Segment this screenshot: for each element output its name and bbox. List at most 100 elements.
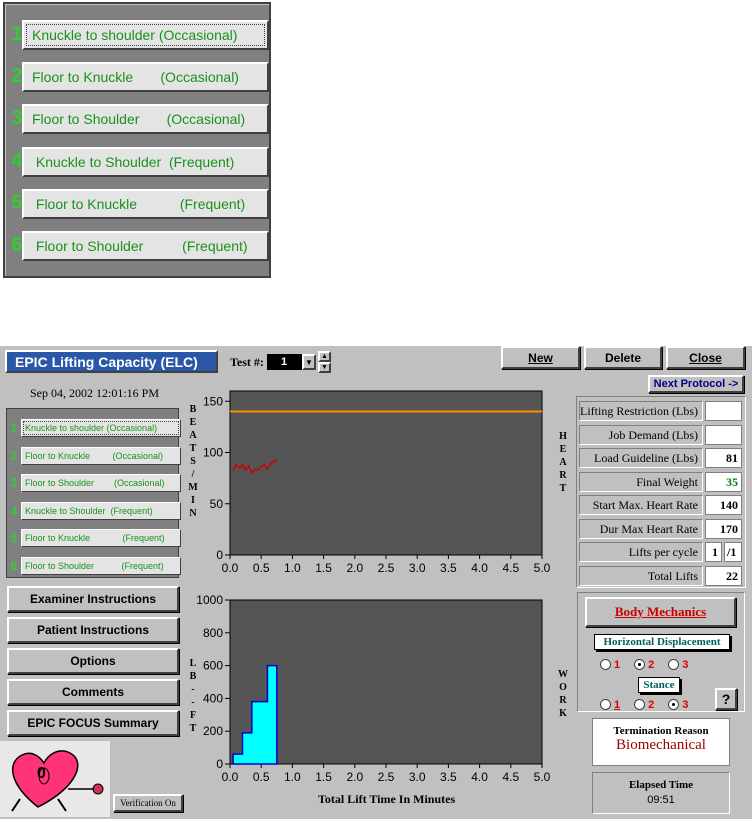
heart-x-tick-label: 4.5 bbox=[502, 561, 519, 575]
metric-value[interactable]: 81 bbox=[705, 448, 742, 468]
window-title: EPIC Lifting Capacity (ELC) bbox=[5, 350, 218, 373]
test-number-select[interactable]: 1 bbox=[267, 354, 303, 370]
radio-label: 2 bbox=[648, 698, 655, 711]
work-x-tick-label: 3.0 bbox=[409, 770, 426, 784]
metric-value-2[interactable]: /1 bbox=[724, 542, 742, 562]
protocol-number: 6 bbox=[10, 558, 18, 573]
metric-value[interactable]: 170 bbox=[705, 518, 742, 539]
heart-x-tick-label: 5.0 bbox=[534, 561, 551, 575]
work-x-tick-label: 2.0 bbox=[346, 770, 363, 784]
stance-label: Stance bbox=[638, 677, 680, 693]
elapsed-value: 09:51 bbox=[647, 794, 675, 806]
metric-value[interactable] bbox=[705, 401, 742, 421]
metric-label: Final Weight bbox=[579, 471, 703, 492]
patient-instructions-button[interactable]: Patient Instructions bbox=[7, 617, 179, 643]
help-button[interactable]: ? bbox=[715, 688, 737, 710]
heart-x-tick-label: 2.0 bbox=[346, 561, 363, 575]
examiner-instructions-button[interactable]: Examiner Instructions bbox=[7, 586, 179, 612]
radio-option-1[interactable] bbox=[600, 659, 611, 671]
protocol-3-button[interactable]: Floor to Shoulder (Occasional) bbox=[21, 474, 181, 492]
metric-label: Lifting Restriction (Lbs) bbox=[579, 401, 703, 421]
heart-y-tick-label: 0 bbox=[216, 548, 223, 562]
verification-button[interactable]: Verification On bbox=[113, 794, 183, 812]
heart-y-tick-label: 150 bbox=[203, 394, 223, 408]
protocol-1-button[interactable]: Knuckle to shoulder (Occasional) bbox=[21, 419, 181, 437]
radio-option-2[interactable] bbox=[634, 659, 646, 671]
heart-x-tick-label: 3.0 bbox=[409, 561, 426, 575]
protocol-2-button[interactable]: Floor to Knuckle (Occasional) bbox=[21, 446, 181, 465]
body-mechanics-button[interactable]: Body Mechanics bbox=[585, 597, 736, 627]
delete-button[interactable]: Delete bbox=[584, 346, 662, 369]
work-x-tick-label: 3.5 bbox=[440, 770, 457, 784]
vertical-letter: O bbox=[559, 682, 567, 693]
metric-value[interactable] bbox=[705, 424, 742, 445]
vertical-letter: H bbox=[559, 431, 567, 442]
zoom-protocol-6-button[interactable]: Floor to Shoulder (Frequent) bbox=[22, 231, 269, 261]
radio-option-3[interactable] bbox=[668, 699, 680, 711]
work-y-tick-label: 1000 bbox=[196, 593, 223, 607]
work-x-tick-label: 0.0 bbox=[222, 770, 239, 784]
epic-focus-summary-button[interactable]: EPIC FOCUS Summary bbox=[7, 710, 179, 736]
protocol-4-button[interactable]: Knuckle to Shoulder (Frequent) bbox=[21, 501, 181, 520]
heart-label: HEART bbox=[557, 430, 569, 495]
test-datetime: Sep 04, 2002 12:01:16 PM bbox=[30, 386, 160, 400]
heart-y-tick-label: 100 bbox=[203, 446, 223, 460]
zoom-protocol-3-button[interactable]: Floor to Shoulder (Occasional) bbox=[22, 104, 269, 135]
charts-area: 0 50 100 150 0.0 0.5 1.0 1.5 2.0 2.5 3.0 3.5 4.0 4.5 5… bbox=[196, 390, 551, 784]
heart-x-tick-label: 0.0 bbox=[222, 561, 239, 575]
metric-value[interactable]: 1 bbox=[705, 542, 722, 562]
protocol-number: 4 bbox=[10, 503, 18, 518]
metric-label: Lifts per cycle bbox=[579, 542, 703, 562]
work-y-tick-label: 200 bbox=[203, 724, 223, 738]
protocol-number: 2 bbox=[10, 448, 18, 463]
radio-option-2[interactable] bbox=[634, 699, 646, 711]
radio-option-1[interactable] bbox=[600, 699, 611, 711]
heart-icon-value: 0 bbox=[37, 765, 46, 782]
work-x-tick-label: 1.5 bbox=[315, 770, 332, 784]
heart-x-tick-label: 2.5 bbox=[378, 561, 395, 575]
vertical-letter: R bbox=[559, 695, 567, 706]
test-spin-up-icon[interactable]: ▲ bbox=[318, 351, 331, 362]
elapsed-time-box: Elapsed Time 09:51 bbox=[592, 772, 730, 814]
protocol-5-button[interactable]: Floor to Knuckle (Frequent) bbox=[21, 529, 181, 547]
work-x-tick-label: 4.0 bbox=[471, 770, 488, 784]
metric-value[interactable]: 35 bbox=[705, 471, 742, 492]
protocol-number: 3 bbox=[10, 476, 18, 490]
zoom-protocol-1-button[interactable]: Knuckle to shoulder (Occasional) bbox=[22, 20, 269, 50]
close-button[interactable]: Close bbox=[666, 346, 745, 369]
radio-label: 3 bbox=[682, 698, 689, 711]
protocol-zoom-panel: 1 Knuckle to shoulder (Occasional) 2 Floor … bbox=[3, 2, 271, 278]
zoom-protocol-2-button[interactable]: Floor to Knuckle (Occasional) bbox=[22, 62, 269, 93]
vertical-letter: W bbox=[558, 669, 568, 680]
options-button[interactable]: Options bbox=[7, 648, 179, 674]
work-y-tick-label: 0 bbox=[216, 757, 223, 771]
heart-x-tick-label: 0.5 bbox=[253, 561, 270, 575]
metric-label: Total Lifts bbox=[579, 565, 703, 586]
heart-y-tick-label: 50 bbox=[210, 497, 224, 511]
radio-label: 2 bbox=[648, 658, 655, 671]
heart-x-tick-label: 1.5 bbox=[315, 561, 332, 575]
work-label: WORK bbox=[557, 668, 569, 720]
next-protocol-button[interactable]: Next Protocol -> bbox=[648, 375, 744, 393]
heart-x-tick-label: 1.0 bbox=[284, 561, 301, 575]
work-x-tick-label: 1.0 bbox=[284, 770, 301, 784]
new-button[interactable]: New bbox=[501, 346, 580, 369]
zoom-protocol-4-button[interactable]: Knuckle to Shoulder (Frequent) bbox=[22, 146, 269, 177]
metric-value[interactable]: 22 bbox=[705, 565, 742, 586]
comments-button[interactable]: Comments bbox=[7, 679, 179, 705]
protocol-list-panel: 1 Knuckle to shoulder (Occasional) 2 Floor … bbox=[6, 408, 181, 578]
vertical-letter: R bbox=[559, 470, 567, 481]
metric-value[interactable]: 140 bbox=[705, 495, 742, 515]
test-spin-down-icon[interactable]: ▼ bbox=[318, 362, 331, 373]
radio-option-3[interactable] bbox=[668, 659, 680, 671]
termination-box: Termination Reason Biomechanical bbox=[592, 718, 730, 766]
test-label: Test #: bbox=[230, 355, 264, 369]
vertical-letter: K bbox=[559, 708, 567, 719]
zoom-protocol-5-button[interactable]: Floor to Knuckle (Frequent) bbox=[22, 188, 269, 219]
vertical-letter: E bbox=[559, 444, 567, 455]
heart-mascot-icon: 0 bbox=[0, 741, 110, 817]
work-y-tick-label: 600 bbox=[203, 659, 223, 673]
protocol-6-button[interactable]: Floor to Shoulder (Frequent) bbox=[21, 556, 181, 575]
elapsed-label: Elapsed Time bbox=[628, 779, 694, 791]
test-dropdown-arrow-icon[interactable]: ▼ bbox=[302, 354, 316, 370]
